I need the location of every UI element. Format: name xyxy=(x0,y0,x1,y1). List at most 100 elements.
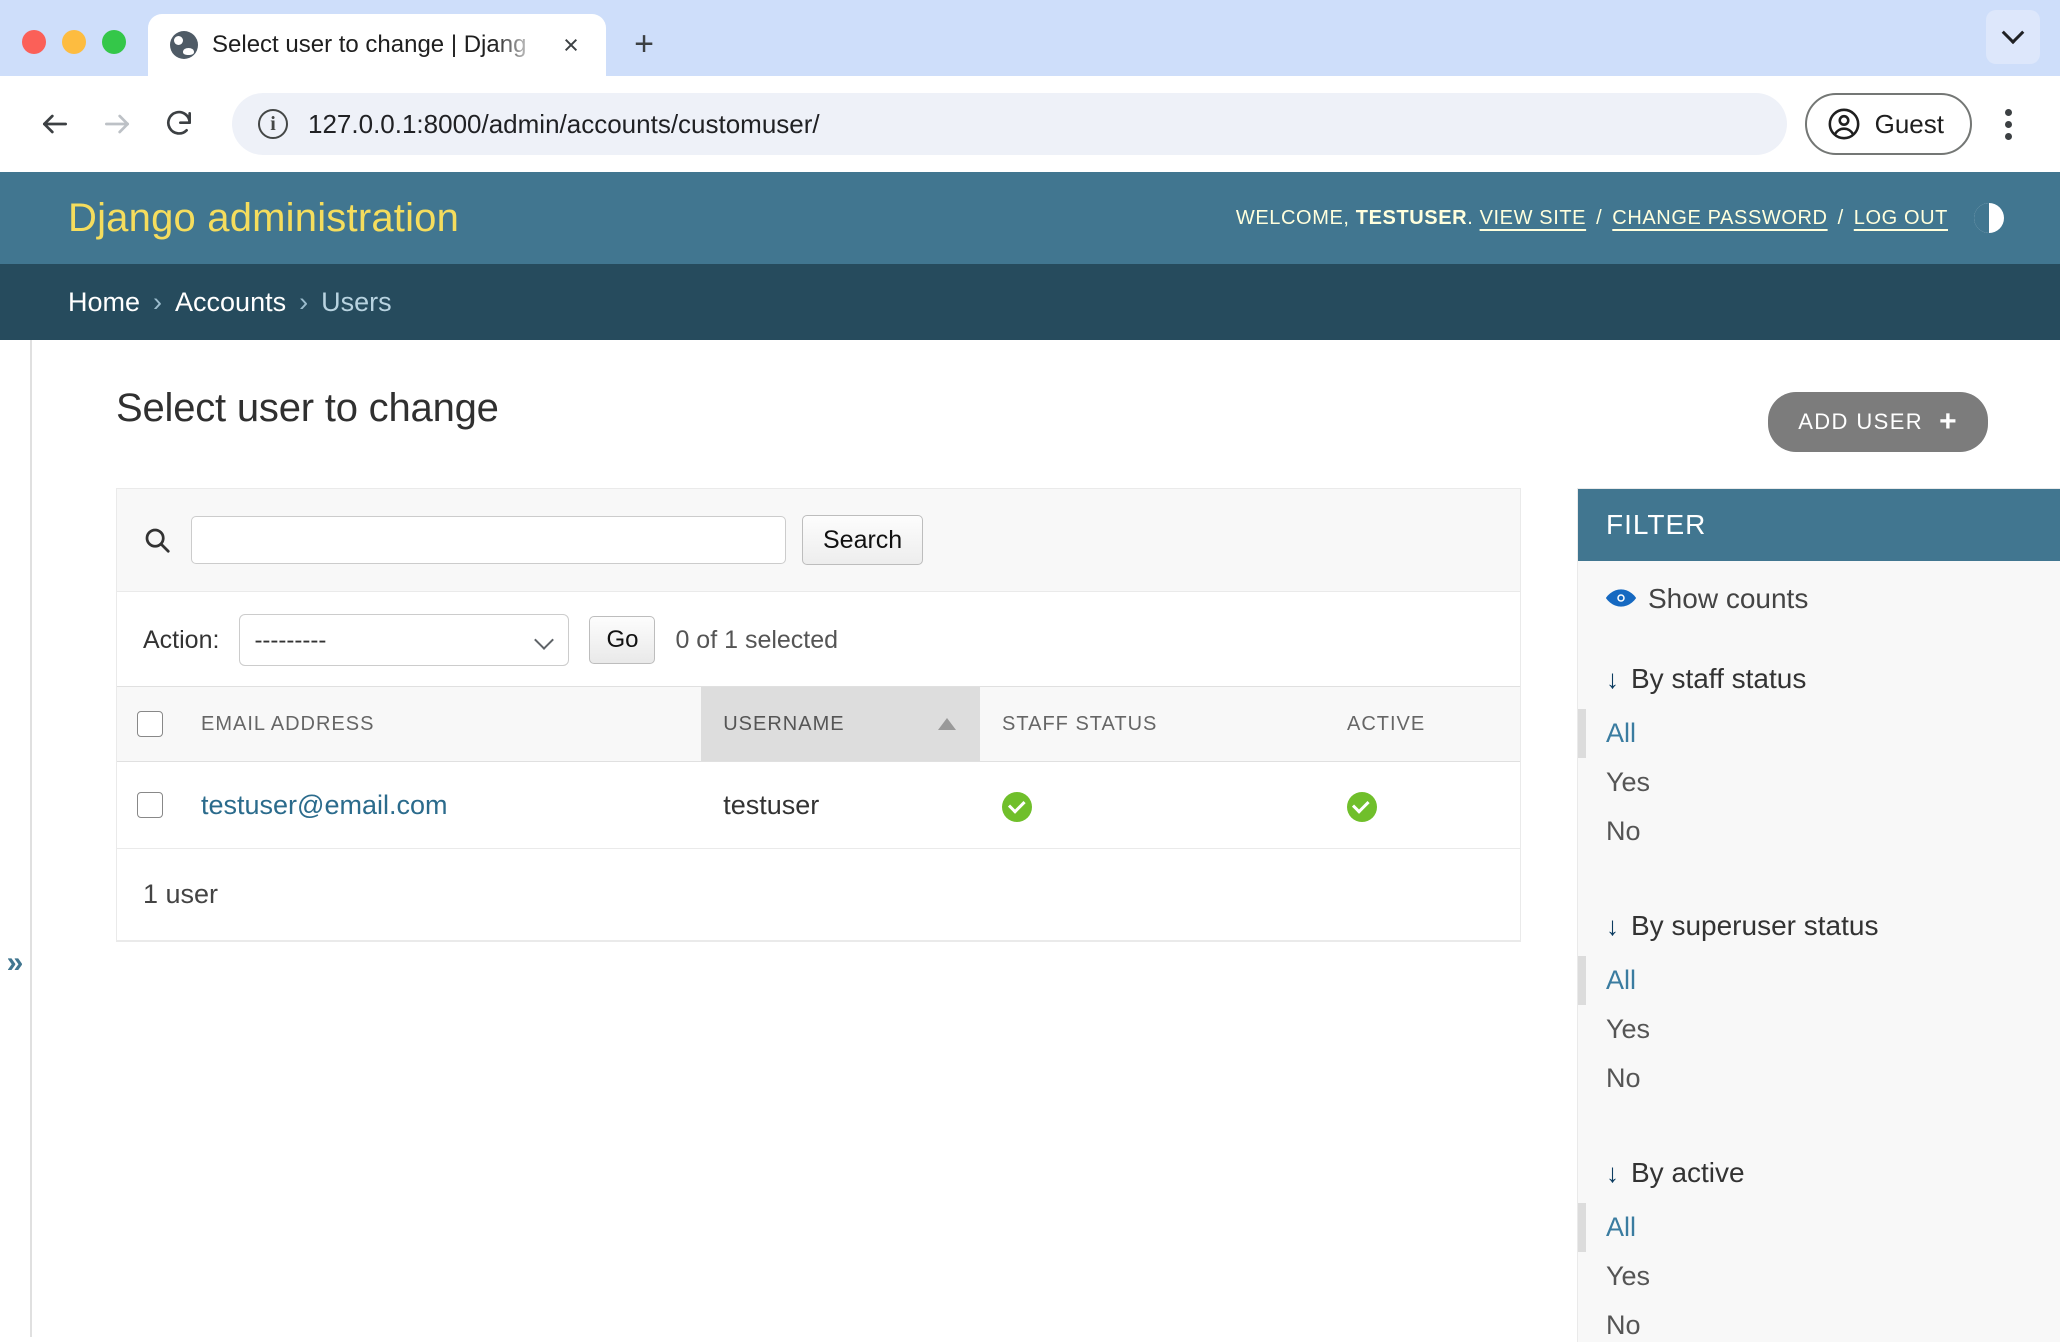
avatar-icon xyxy=(1828,108,1860,140)
filter-choice-link[interactable]: No xyxy=(1606,1310,1641,1340)
filter-choice-link[interactable]: All xyxy=(1606,965,1636,995)
filter-choice-all[interactable]: All xyxy=(1578,1203,2060,1252)
filter-choice-link[interactable]: No xyxy=(1606,1063,1641,1093)
cell-active xyxy=(1324,761,1520,849)
kebab-menu-icon[interactable] xyxy=(1980,93,2036,155)
go-button[interactable]: Go xyxy=(589,616,656,664)
show-counts-label: Show counts xyxy=(1648,583,1809,614)
profile-label: Guest xyxy=(1874,108,1944,139)
site-branding[interactable]: Django administration xyxy=(68,196,459,241)
filter-choice-no[interactable]: No xyxy=(1578,1054,2060,1103)
filter-choice-link[interactable]: Yes xyxy=(1606,1014,1650,1044)
column-header-staff-status[interactable]: STAFF STATUS xyxy=(980,686,1325,762)
yes-icon xyxy=(1002,792,1033,822)
new-tab-button[interactable]: + xyxy=(618,18,670,70)
theme-toggle-icon[interactable] xyxy=(1974,203,2004,233)
select-all-checkbox[interactable] xyxy=(137,711,163,737)
close-window-button[interactable] xyxy=(22,30,46,54)
current-username: TESTUSER xyxy=(1355,206,1468,229)
results-column: Search Action: --------- Go 0 of 1 selec… xyxy=(32,488,1521,942)
filter-group-active: ↓ By active All Yes No xyxy=(1578,1127,2060,1342)
plus-icon: + xyxy=(1939,405,1958,438)
row-checkbox[interactable] xyxy=(137,792,163,818)
add-user-button[interactable]: ADD USER + xyxy=(1768,392,1988,452)
filter-choice-all[interactable]: All xyxy=(1578,956,2060,1005)
breadcrumb-accounts[interactable]: Accounts xyxy=(175,287,286,318)
search-input[interactable] xyxy=(191,516,786,564)
django-admin-page: Django administration WELCOME, TESTUSER.… xyxy=(0,172,2060,1342)
add-user-label: ADD USER xyxy=(1798,409,1924,434)
chevron-down-icon xyxy=(2001,21,2025,45)
selection-counter: 0 of 1 selected xyxy=(675,625,839,654)
filter-heading-label: By staff status xyxy=(1631,663,1807,694)
breadcrumb-separator-1: › xyxy=(153,286,163,317)
browser-chrome: Select user to change | Djang × + i 127.… xyxy=(0,0,2060,172)
columns: Search Action: --------- Go 0 of 1 selec… xyxy=(32,488,2060,1342)
filter-choice-link[interactable]: No xyxy=(1606,816,1641,846)
view-site-link[interactable]: VIEW SITE xyxy=(1480,207,1587,230)
filter-group-superuser-status: ↓ By superuser status All Yes No xyxy=(1578,880,2060,1127)
filter-heading-superuser-status[interactable]: ↓ By superuser status xyxy=(1578,892,2060,956)
arrow-down-icon: ↓ xyxy=(1606,911,1619,941)
row-select-cell xyxy=(117,761,179,849)
sidebar-toggle-button[interactable]: » xyxy=(0,340,32,1337)
close-icon[interactable]: × xyxy=(554,28,588,62)
table-body: testuser@email.com testuser xyxy=(117,761,1520,849)
table-head: EMAIL ADDRESS USERNAME STAFF STATUS ACTI… xyxy=(117,686,1520,762)
address-bar[interactable]: i 127.0.0.1:8000/admin/accounts/customus… xyxy=(232,93,1787,155)
maximize-window-button[interactable] xyxy=(102,30,126,54)
column-header-username[interactable]: USERNAME xyxy=(701,686,981,762)
column-header-active[interactable]: ACTIVE xyxy=(1324,686,1520,762)
change-password-link[interactable]: CHANGE PASSWORD xyxy=(1612,207,1827,230)
minimize-window-button[interactable] xyxy=(62,30,86,54)
filter-choice-all[interactable]: All xyxy=(1578,709,2060,758)
globe-icon xyxy=(170,31,198,59)
arrow-down-icon: ↓ xyxy=(1606,664,1619,694)
browser-toolbar: i 127.0.0.1:8000/admin/accounts/customus… xyxy=(0,76,2060,172)
breadcrumb-users: Users xyxy=(321,286,392,317)
filter-choice-yes[interactable]: Yes xyxy=(1578,1252,2060,1301)
column-header-email[interactable]: EMAIL ADDRESS xyxy=(179,686,702,762)
filter-choices-superuser-status: All Yes No xyxy=(1578,956,2060,1103)
url-text: 127.0.0.1:8000/admin/accounts/customuser… xyxy=(308,108,820,139)
search-button[interactable]: Search xyxy=(802,515,924,565)
show-counts-toggle[interactable]: Show counts xyxy=(1578,561,2060,633)
window-traffic-lights xyxy=(22,30,148,76)
eye-icon xyxy=(1605,583,1637,615)
filter-choice-yes[interactable]: Yes xyxy=(1578,1005,2060,1054)
cell-email: testuser@email.com xyxy=(179,761,702,849)
usertools-separator-1: / xyxy=(1596,206,1603,229)
filter-heading-staff-status[interactable]: ↓ By staff status xyxy=(1578,645,2060,709)
tab-title: Select user to change | Djang xyxy=(212,31,527,58)
browser-tab[interactable]: Select user to change | Djang × xyxy=(148,14,606,76)
filter-choice-link[interactable]: Yes xyxy=(1606,1261,1650,1291)
welcome-period: . xyxy=(1467,206,1474,229)
forward-button[interactable] xyxy=(86,93,148,155)
filter-heading-label: By superuser status xyxy=(1631,910,1879,941)
filter-choice-no[interactable]: No xyxy=(1578,1301,2060,1342)
tab-search-button[interactable] xyxy=(1986,10,2040,64)
filter-choice-yes[interactable]: Yes xyxy=(1578,758,2060,807)
tab-strip: Select user to change | Djang × + xyxy=(0,0,2060,76)
content-header: Select user to change ADD USER + xyxy=(32,386,2060,452)
filter-choice-link[interactable]: All xyxy=(1606,1212,1636,1242)
main-area: » Select user to change ADD USER + Searc… xyxy=(0,340,2060,1342)
yes-icon xyxy=(1346,792,1377,822)
filter-choice-no[interactable]: No xyxy=(1578,807,2060,856)
filter-heading-active[interactable]: ↓ By active xyxy=(1578,1139,2060,1203)
site-info-icon[interactable]: i xyxy=(258,109,288,139)
actions-bar: Action: --------- Go 0 of 1 selected xyxy=(117,592,1520,686)
action-select-wrapper: --------- xyxy=(239,614,570,666)
log-out-link[interactable]: LOG OUT xyxy=(1854,207,1948,230)
back-button[interactable] xyxy=(24,93,86,155)
reload-button[interactable] xyxy=(148,93,210,155)
user-tools: WELCOME, TESTUSER. VIEW SITE / CHANGE PA… xyxy=(1236,203,2004,233)
user-email-link[interactable]: testuser@email.com xyxy=(201,790,447,820)
profile-button[interactable]: Guest xyxy=(1804,93,1972,155)
filter-choice-link[interactable]: Yes xyxy=(1606,767,1650,797)
search-icon xyxy=(139,522,175,558)
breadcrumb-home[interactable]: Home xyxy=(68,287,140,318)
filter-choice-link[interactable]: All xyxy=(1606,718,1636,748)
cell-username: testuser xyxy=(701,761,981,849)
action-select[interactable]: --------- xyxy=(239,614,570,666)
